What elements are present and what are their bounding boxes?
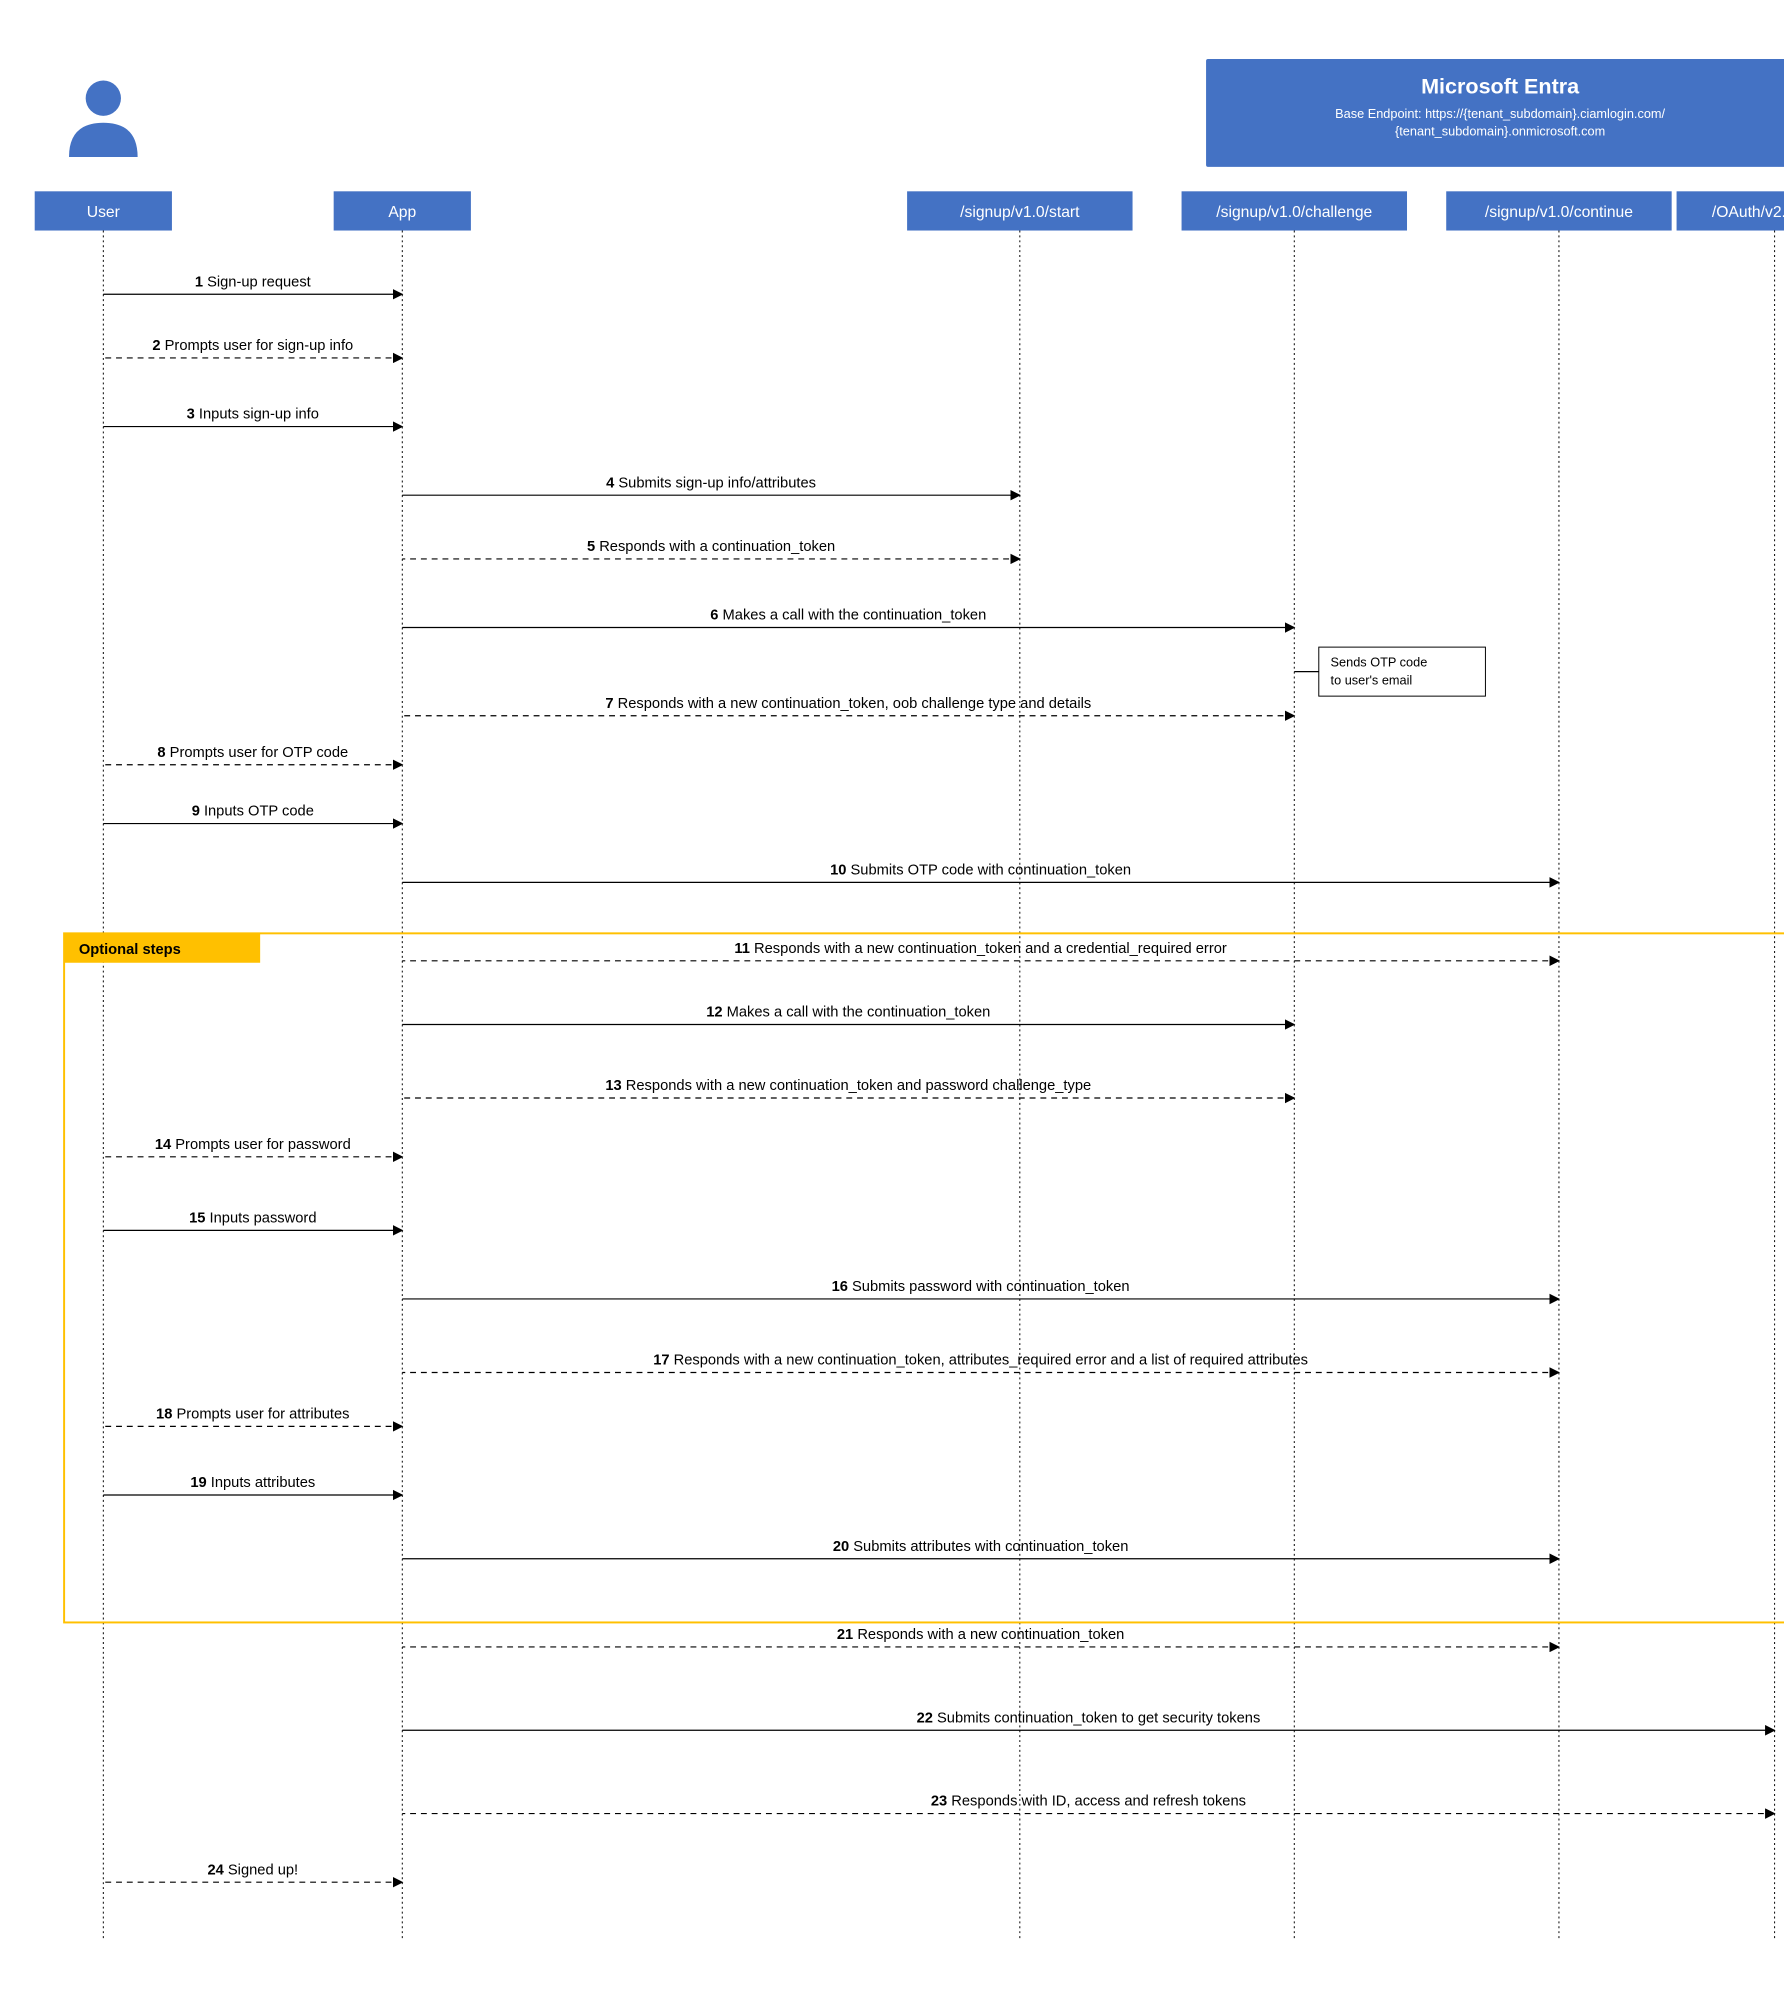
message-label: 6 Makes a call with the continuation_tok… [710, 608, 986, 624]
message-label: 14 Prompts user for password [155, 1137, 351, 1153]
message-18: 18 Prompts user for attributes [103, 1407, 402, 1427]
message-5: 5 Responds with a continuation_token [402, 539, 1020, 559]
message-label: 15 Inputs password [189, 1211, 316, 1227]
message-label: 17 Responds with a new continuation_toke… [653, 1353, 1308, 1369]
message-label: 19 Inputs attributes [190, 1475, 315, 1491]
message-7: 7 Responds with a new continuation_token… [402, 696, 1294, 716]
message-16: 16 Submits password with continuation_to… [402, 1279, 1559, 1299]
message-label: 20 Submits attributes with continuation_… [833, 1539, 1129, 1555]
message-11: 11 Responds with a new continuation_toke… [402, 941, 1559, 961]
lane-label: /signup/v1.0/start [960, 204, 1080, 221]
lane-continue: /signup/v1.0/continue [1446, 191, 1671, 230]
optional-steps-label: Optional steps [79, 942, 181, 958]
header-title: Microsoft Entra [1421, 73, 1580, 98]
message-label: 8 Prompts user for OTP code [157, 745, 348, 761]
lane-token: /OAuth/v2.0/token [1677, 191, 1784, 230]
lane-label: App [388, 204, 416, 221]
lane-challenge: /signup/v1.0/challenge [1182, 191, 1407, 230]
message-1: 1 Sign-up request [103, 274, 402, 294]
lane-label: User [87, 204, 120, 221]
user-actor-icon [69, 81, 138, 157]
message-12: 12 Makes a call with the continuation_to… [402, 1005, 1294, 1025]
message-20: 20 Submits attributes with continuation_… [402, 1539, 1559, 1559]
lane-user: User [35, 191, 172, 230]
header-line2: {tenant_subdomain}.onmicrosoft.com [1395, 123, 1605, 138]
message-2: 2 Prompts user for sign-up info [103, 338, 402, 358]
message-label: 9 Inputs OTP code [192, 804, 314, 820]
message-19: 19 Inputs attributes [103, 1475, 402, 1495]
otp-note-line1: Sends OTP code [1331, 655, 1428, 670]
message-label: 10 Submits OTP code with continuation_to… [830, 863, 1131, 879]
lane-label: /signup/v1.0/challenge [1216, 204, 1372, 221]
lane-label: /signup/v1.0/continue [1485, 204, 1633, 221]
message-label: 21 Responds with a new continuation_toke… [837, 1627, 1124, 1643]
lane-app: App [334, 191, 471, 230]
message-label: 13 Responds with a new continuation_toke… [605, 1078, 1091, 1094]
otp-note-line2: to user's email [1331, 672, 1413, 687]
optional-steps-frame [64, 933, 1784, 1622]
message-label: 4 Submits sign-up info/attributes [606, 475, 816, 491]
message-6: 6 Makes a call with the continuation_tok… [402, 608, 1294, 628]
message-17: 17 Responds with a new continuation_toke… [402, 1353, 1559, 1373]
message-label: 23 Responds with ID, access and refresh … [931, 1794, 1246, 1810]
message-15: 15 Inputs password [103, 1211, 402, 1231]
message-8: 8 Prompts user for OTP code [103, 745, 402, 765]
entra-header: Microsoft Entra Base Endpoint: https://{… [1206, 59, 1784, 167]
lane-start: /signup/v1.0/start [907, 191, 1132, 230]
message-label: 5 Responds with a continuation_token [587, 539, 835, 555]
message-22: 22 Submits continuation_token to get sec… [402, 1710, 1774, 1730]
message-label: 24 Signed up! [207, 1862, 298, 1878]
message-label: 1 Sign-up request [195, 274, 311, 290]
message-label: 16 Submits password with continuation_to… [832, 1279, 1130, 1295]
message-label: 3 Inputs sign-up info [187, 407, 319, 423]
message-label: 2 Prompts user for sign-up info [152, 338, 353, 354]
header-line1: Base Endpoint: https://{tenant_subdomain… [1335, 106, 1665, 121]
message-label: 7 Responds with a new continuation_token… [605, 696, 1091, 712]
message-9: 9 Inputs OTP code [103, 804, 402, 824]
message-label: 22 Submits continuation_token to get sec… [917, 1710, 1261, 1726]
message-13: 13 Responds with a new continuation_toke… [402, 1078, 1294, 1098]
lane-label: /OAuth/v2.0/token [1712, 204, 1784, 221]
message-label: 11 Responds with a new continuation_toke… [734, 941, 1226, 957]
message-21: 21 Responds with a new continuation_toke… [402, 1627, 1559, 1647]
message-4: 4 Submits sign-up info/attributes [402, 475, 1020, 495]
message-3: 3 Inputs sign-up info [103, 407, 402, 427]
sequence-diagram: Microsoft Entra Base Endpoint: https://{… [20, 20, 1784, 1980]
message-24: 24 Signed up! [103, 1862, 402, 1882]
message-label: 18 Prompts user for attributes [156, 1407, 349, 1423]
message-14: 14 Prompts user for password [103, 1137, 402, 1157]
message-23: 23 Responds with ID, access and refresh … [402, 1794, 1774, 1814]
message-label: 12 Makes a call with the continuation_to… [706, 1005, 990, 1021]
message-10: 10 Submits OTP code with continuation_to… [402, 863, 1559, 883]
